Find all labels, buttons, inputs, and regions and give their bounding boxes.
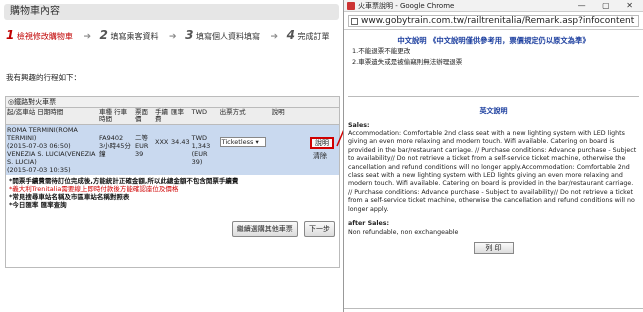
step-3: 3 填寫個人資料填寫: [185, 28, 260, 42]
sales-label: Sales:: [348, 121, 370, 129]
header-train: 車種 行車時間: [98, 108, 134, 125]
continue-shopping-button[interactable]: 繼續選購其他車票: [231, 221, 298, 237]
action-buttons: 繼續選購其他車票 下一步: [228, 221, 335, 237]
ticket-panel: ◎鐵路對火車票 起/迄車站 日期時間 車種 行車時間 票面價 手續費 匯率 TW…: [5, 96, 340, 268]
step-number: 1: [6, 28, 15, 42]
step-4: 4 完成訂單: [287, 28, 330, 42]
popup-content: 中文說明 《中文說明僅供參考用，票價規定仍以原文為準》 1.不能退票不能更改 2…: [344, 36, 643, 255]
note-trenitalia: *義大利Trenitalia需要線上即時付款後方能確認座位及價格: [9, 185, 179, 193]
step-label: 填寫乘客資料: [110, 32, 159, 41]
window-title: 火車票說明 - Google Chrome: [358, 2, 455, 10]
cart-page: 購物車內容 1 檢視修改購物車 ➔ 2 填寫乘客資料 ➔ 3 填寫個人資料填寫 …: [0, 0, 356, 312]
chevron-down-icon: ▾: [255, 138, 259, 146]
note-rate-link[interactable]: *今日匯率 匯率查詢: [9, 201, 336, 209]
window-controls[interactable]: — ▢ ✕: [578, 0, 640, 12]
step-number: 4: [286, 28, 295, 42]
next-button[interactable]: 下一步: [304, 221, 335, 237]
after-sales-text: Non refundable, non exchangeable: [348, 228, 459, 236]
header-explain: 說明: [270, 108, 339, 125]
from-time: (2015-07-03 06:50): [7, 142, 71, 150]
to-station: VENEZIA S. LUCIA(VENEZIA S. LUCIA): [7, 150, 96, 166]
twd-price: TWD 1,343 (EUR 39): [190, 124, 219, 175]
issue-method-select[interactable]: Ticketless ▾: [219, 137, 266, 147]
table-row: ROMA TERMINI(ROMA TERMINI) (2015-07-03 0…: [6, 124, 339, 175]
step-1: 1 檢視修改購物車: [6, 28, 73, 42]
step-label: 檢視修改購物車: [16, 32, 73, 41]
notes: *開票手續費需待訂位完成後,方能統計正確金額,所以此總金額不包含開票手續費 *義…: [6, 175, 339, 211]
after-sales-label: after Sales:: [348, 220, 390, 228]
note-fee: *開票手續費需待訂位完成後,方能統計正確金額,所以此總金額不包含開票手續費: [9, 177, 239, 185]
table-header-row: 起/迄車站 日期時間 車種 行車時間 票面價 手續費 匯率 TWD 出票方式 說…: [6, 108, 339, 125]
rate: 34.43: [170, 124, 191, 175]
train-number: FA9402: [99, 134, 124, 142]
window-titlebar: 火車票說明 - Google Chrome — ▢ ✕: [344, 0, 643, 12]
url-text: www.gobytrain.com.tw/railtrenitalia/Rema…: [361, 16, 635, 26]
from-station: ROMA TERMINI(ROMA TERMINI): [7, 126, 78, 142]
trip-label: 我有興趣的行程如下：: [6, 73, 81, 82]
arrow-right-icon: ➔: [270, 32, 279, 42]
checkout-steps: 1 檢視修改購物車 ➔ 2 填寫乘客資料 ➔ 3 填寫個人資料填寫 ➔ 4 完成…: [6, 28, 338, 42]
arrow-right-icon: ➔: [169, 32, 177, 42]
explain-button[interactable]: 說明: [310, 137, 334, 149]
header-rate: 匯率: [170, 108, 191, 125]
address-bar: www.gobytrain.com.tw/railtrenitalia/Rema…: [344, 12, 643, 30]
header-issue: 出票方式: [218, 108, 271, 125]
print-button[interactable]: 列 印: [473, 241, 514, 255]
header-face: 票面價: [134, 108, 154, 125]
duration: 3小時45分鐘: [99, 142, 131, 158]
favicon-icon: [347, 2, 355, 10]
arrow-right-icon: ➔: [83, 32, 91, 42]
issue-method-value: Ticketless: [221, 138, 254, 146]
page-icon: [351, 18, 358, 25]
clear-button[interactable]: 清除: [313, 151, 327, 161]
header-station: 起/迄車站 日期時間: [6, 108, 98, 125]
step-label: 填寫個人資料填寫: [196, 32, 260, 41]
fee: XXX: [154, 124, 170, 175]
header-fee: 手續費: [154, 108, 170, 125]
panel-title: ◎鐵路對火車票: [6, 97, 339, 108]
step-2: 2 填寫乘客資料: [100, 28, 159, 42]
popup-window: 火車票說明 - Google Chrome — ▢ ✕ www.gobytrai…: [343, 0, 643, 312]
zh-item: 1.不能退票不能更改: [352, 47, 411, 56]
step-number: 3: [185, 28, 194, 42]
divider: [344, 308, 643, 309]
cart-title: 購物車內容: [4, 4, 339, 20]
step-number: 2: [99, 28, 108, 42]
sales-text: Accommodation: Comfortable 2nd class sea…: [348, 130, 637, 213]
zh-heading: 中文說明 《中文說明僅供參考用，票價規定仍以原文為準》: [397, 36, 590, 45]
header-twd: TWD: [190, 108, 219, 125]
face-price: 二等 EUR 39: [134, 124, 154, 175]
note-station-link[interactable]: *常見搜尋車站名稱及市區車站名稱對照表: [9, 193, 336, 201]
en-heading: 英文說明: [479, 107, 508, 116]
divider: [348, 96, 639, 98]
url-field[interactable]: www.gobytrain.com.tw/railtrenitalia/Rema…: [348, 15, 639, 27]
to-time: (2015-07-03 10:35): [7, 166, 71, 174]
trip-table: 起/迄車站 日期時間 車種 行車時間 票面價 手續費 匯率 TWD 出票方式 說…: [6, 108, 339, 175]
step-label: 完成訂單: [297, 32, 330, 41]
zh-item: 2.車票遺失或是被偷竊則無法辦理退票: [352, 57, 463, 66]
